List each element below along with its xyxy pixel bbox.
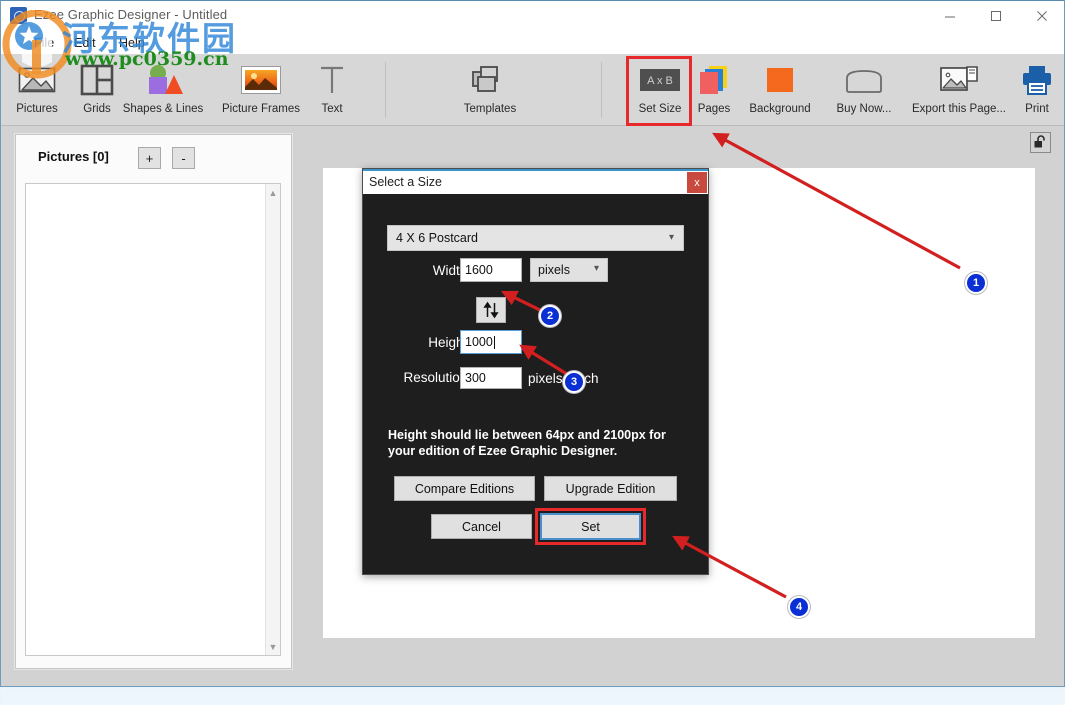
swap-dimensions-button[interactable] (476, 297, 506, 323)
toolbar-label: Buy Now... (836, 103, 892, 115)
text-icon (318, 58, 346, 102)
size-limit-note: Height should lie between 64px and 2100p… (388, 428, 666, 458)
app-icon (10, 7, 27, 24)
size-preset-dropdown[interactable]: 4 X 6 Postcard ▾ (387, 225, 684, 251)
maximize-button[interactable] (973, 1, 1019, 31)
resolution-value: 300 (465, 371, 486, 385)
toolbar-button-print[interactable]: Print (1015, 56, 1059, 124)
toolbar-label: Picture Frames (222, 103, 300, 115)
dialog-title: Select a Size (369, 175, 442, 189)
width-input[interactable]: 1600 (460, 258, 522, 282)
picture-frame-icon (241, 58, 281, 102)
width-unit-value: pixels (538, 263, 570, 277)
export-icon (938, 58, 980, 102)
grid-icon (80, 58, 114, 102)
dialog-title-bar: Select a Size x (363, 169, 708, 194)
close-button[interactable] (1019, 1, 1065, 31)
toolbar-button-export-page[interactable]: Export this Page... (903, 56, 1015, 124)
toolbar-label: Text (321, 103, 343, 115)
toolbar-label: Pages (697, 103, 731, 115)
pages-icon (697, 58, 731, 102)
window-title: Ezee Graphic Designer - Untitled (34, 7, 228, 22)
toolbar-label: Templates (463, 103, 517, 115)
status-bar (1, 689, 1065, 705)
size-preset-value: 4 X 6 Postcard (396, 231, 478, 245)
dialog-body: 4 X 6 Postcard ▾ Width: 1600 pixels ▾ He… (363, 194, 708, 574)
toolbar-label: Grids (83, 103, 111, 115)
text-caret (493, 335, 495, 349)
width-value: 1600 (465, 263, 493, 277)
set-size-icon: A x B (639, 58, 681, 102)
add-picture-button[interactable]: + (138, 147, 161, 169)
toolbar-label: Shapes & Lines (122, 103, 204, 115)
dialog-close-button[interactable]: x (687, 172, 707, 193)
main-window: Ezee Graphic Designer - Untitled File Ed… (0, 0, 1065, 705)
background-icon (764, 58, 796, 102)
height-value: 1000 (465, 335, 493, 349)
print-icon (1020, 58, 1054, 102)
toolbar-button-buy-now[interactable]: Buy Now... (825, 56, 903, 124)
scroll-up-icon[interactable]: ▲ (266, 185, 280, 200)
select-size-dialog: Select a Size x 4 X 6 Postcard ▾ Width: … (362, 168, 709, 575)
toolbar-button-pages[interactable]: Pages (691, 56, 737, 124)
pictures-panel-title: Pictures [0] (38, 149, 109, 164)
unlock-icon[interactable] (1030, 132, 1051, 153)
toolbar-button-picture-frames[interactable]: Picture Frames (213, 56, 309, 124)
chevron-down-icon: ▾ (668, 232, 674, 243)
resolution-label: Resolution: (403, 370, 471, 385)
picture-icon (17, 58, 57, 102)
cancel-button[interactable]: Cancel (431, 514, 532, 539)
height-input[interactable]: 1000 (460, 330, 522, 354)
svg-text:A x B: A x B (647, 75, 673, 87)
toolbar-button-background[interactable]: Background (737, 56, 823, 124)
toolbar-label: Set Size (638, 103, 682, 115)
width-unit-dropdown[interactable]: pixels ▾ (530, 258, 608, 282)
resolution-input[interactable]: 300 (460, 367, 522, 389)
toolbar-label: Background (749, 103, 811, 115)
toolbar-separator (385, 62, 386, 118)
pictures-list-scrollbar[interactable]: ▲ ▼ (265, 184, 280, 655)
pictures-panel: Pictures [0] + - ▲ ▼ (15, 134, 292, 669)
upgrade-edition-button[interactable]: Upgrade Edition (544, 476, 677, 501)
toolbar-label: Print (1025, 103, 1049, 115)
annotation-marker-3: 3 (563, 371, 585, 393)
chevron-down-icon: ▾ (593, 263, 599, 274)
compare-editions-button[interactable]: Compare Editions (394, 476, 535, 501)
menu-bar: File Edit Help (1, 32, 1064, 54)
templates-icon (471, 58, 509, 102)
menu-item-help[interactable]: Help (114, 35, 150, 51)
shapes-icon (140, 58, 186, 102)
toolbar-button-text[interactable]: Text (309, 56, 355, 124)
toolbar-button-pictures[interactable]: Pictures (7, 56, 67, 124)
annotation-marker-2: 2 (539, 305, 561, 327)
buy-now-icon (843, 58, 885, 102)
menu-item-file[interactable]: File (29, 35, 59, 51)
scroll-down-icon[interactable]: ▼ (266, 639, 280, 654)
toolbar-separator (601, 62, 602, 118)
remove-picture-button[interactable]: - (172, 147, 195, 169)
swap-vertical-icon (483, 301, 499, 319)
application-window: Ezee Graphic Designer - Untitled File Ed… (0, 0, 1065, 705)
toolbar-label: Export this Page... (912, 103, 1006, 115)
resolution-unit-label: pixels / inch (528, 371, 599, 386)
toolbar-label: Pictures (16, 103, 58, 115)
toolbar-button-set-size[interactable]: A x B Set Size (629, 56, 691, 124)
set-button[interactable]: Set (540, 513, 641, 540)
title-bar: Ezee Graphic Designer - Untitled (1, 1, 1064, 32)
menu-item-edit[interactable]: Edit (69, 35, 101, 51)
annotation-marker-1: 1 (965, 272, 987, 294)
toolbar-button-shapes-lines[interactable]: Shapes & Lines (113, 56, 213, 124)
annotation-marker-4: 4 (788, 596, 810, 618)
pictures-list[interactable]: ▲ ▼ (25, 183, 281, 656)
minimize-button[interactable] (927, 1, 973, 31)
toolbar-button-templates[interactable]: Templates (445, 56, 535, 124)
toolbar: Pictures Grids Shapes & Lines Picture Fr… (1, 54, 1064, 126)
